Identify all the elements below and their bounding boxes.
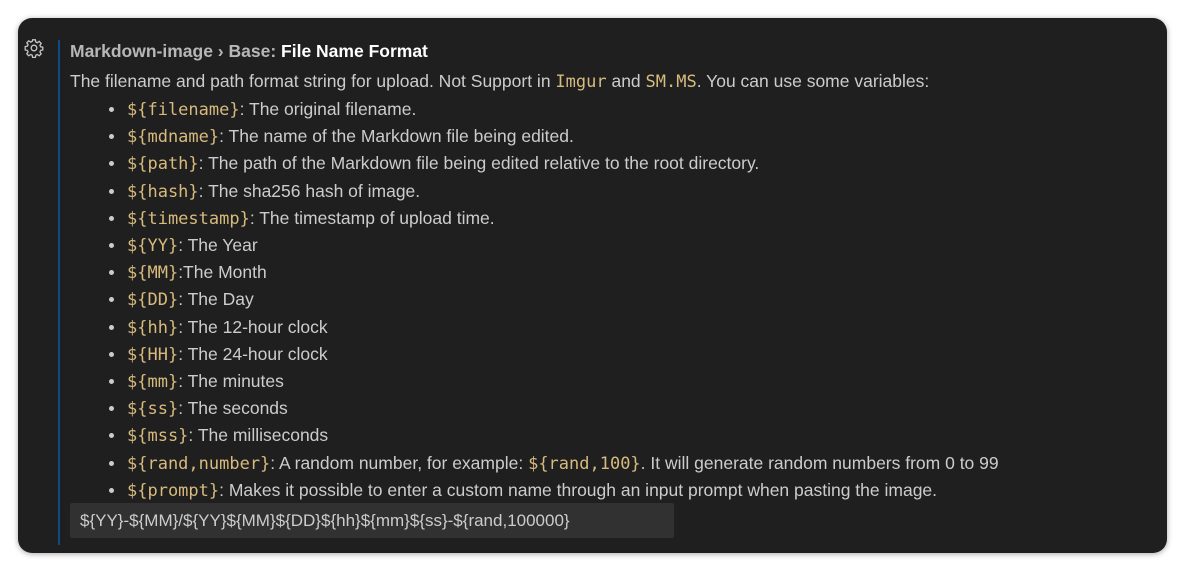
variable-code: ${HH} — [127, 344, 179, 365]
list-item: ${MM}:The Month — [106, 259, 1147, 286]
list-item: ${filename}: The original filename. — [106, 96, 1147, 123]
variable-example-code: ${rand,100} — [528, 453, 641, 474]
list-item: ${hash}: The sha256 hash of image. — [106, 178, 1147, 205]
variable-code: ${mm} — [127, 372, 179, 393]
list-item: ${prompt}: Makes it possible to enter a … — [106, 477, 1147, 504]
variable-description: : Makes it possible to enter a custom na… — [219, 479, 938, 500]
description-text: and — [606, 71, 646, 91]
file-name-format-input[interactable]: ${YY}-${MM}/${YY}${MM}${DD}${hh}${mm}${s… — [70, 503, 674, 538]
variable-description: : The seconds — [178, 398, 288, 419]
list-item: ${path}: The path of the Markdown file b… — [106, 150, 1147, 177]
list-item: ${mss}: The milliseconds — [106, 422, 1147, 449]
variable-description: : The path of the Markdown file being ed… — [198, 153, 760, 174]
variable-description: : The timestamp of upload time. — [249, 207, 495, 228]
variable-code: ${DD} — [127, 290, 179, 311]
inline-code: SM.MS — [645, 72, 697, 92]
list-item: ${YY}: The Year — [106, 232, 1147, 259]
focus-indicator — [58, 40, 60, 545]
variable-code: ${YY} — [127, 236, 179, 257]
list-item: ${DD}: The Day — [106, 286, 1147, 313]
variable-description: : The Day — [178, 289, 254, 310]
list-item: ${mdname}: The name of the Markdown file… — [106, 123, 1147, 150]
variable-code: ${hh} — [127, 317, 179, 338]
list-item: ${ss}: The seconds — [106, 395, 1147, 422]
variable-description: : The original filename. — [239, 99, 417, 119]
variable-description: : The 24-hour clock — [178, 343, 328, 364]
description-text: The filename and path format string for … — [70, 71, 556, 91]
list-item: ${timestamp}: The timestamp of upload ti… — [106, 205, 1147, 232]
variable-code: ${mss} — [127, 426, 189, 447]
settings-panel: Markdown-image › Base: File Name Format … — [18, 18, 1167, 553]
variable-description: : The milliseconds — [188, 425, 329, 446]
variable-code: ${ss} — [127, 399, 179, 420]
variable-code: ${timestamp} — [127, 208, 250, 229]
inline-code: Imgur — [555, 72, 607, 92]
setting-title: Markdown-image › Base: File Name Format — [70, 40, 1147, 62]
description-text: . You can use some variables: — [696, 71, 930, 91]
list-item: ${HH}: The 24-hour clock — [106, 341, 1147, 368]
variable-code: ${mdname} — [127, 127, 220, 148]
variable-code: ${path} — [127, 154, 199, 175]
variable-description: : The name of the Markdown file being ed… — [219, 126, 574, 147]
variable-description: : The minutes — [178, 371, 284, 392]
variable-code: ${rand,number} — [127, 453, 271, 474]
setting-item: Markdown-image › Base: File Name Format … — [70, 40, 1147, 504]
variable-description: : The Year — [178, 235, 258, 256]
variable-description: . It will generate random numbers from 0… — [640, 452, 999, 473]
variables-list: ${filename}: The original filename. ${md… — [70, 96, 1147, 504]
setting-category: Markdown-image › Base: — [70, 41, 277, 61]
list-item: ${mm}: The minutes — [106, 368, 1147, 395]
variable-description: : A random number, for example: — [270, 452, 529, 473]
list-item: ${rand,number}: A random number, for exa… — [106, 450, 1147, 477]
setting-description: The filename and path format string for … — [70, 69, 1147, 94]
variable-description: : The 12-hour clock — [178, 316, 328, 337]
variable-code: ${filename} — [127, 100, 240, 120]
variable-description: : The sha256 hash of image. — [198, 180, 421, 201]
gear-icon[interactable] — [24, 38, 44, 59]
setting-name: File Name Format — [281, 41, 428, 61]
variable-code: ${MM} — [127, 263, 179, 284]
variable-code: ${prompt} — [127, 480, 220, 501]
variable-description: :The Month — [178, 262, 267, 283]
list-item: ${hh}: The 12-hour clock — [106, 314, 1147, 341]
variable-code: ${hash} — [127, 181, 199, 202]
